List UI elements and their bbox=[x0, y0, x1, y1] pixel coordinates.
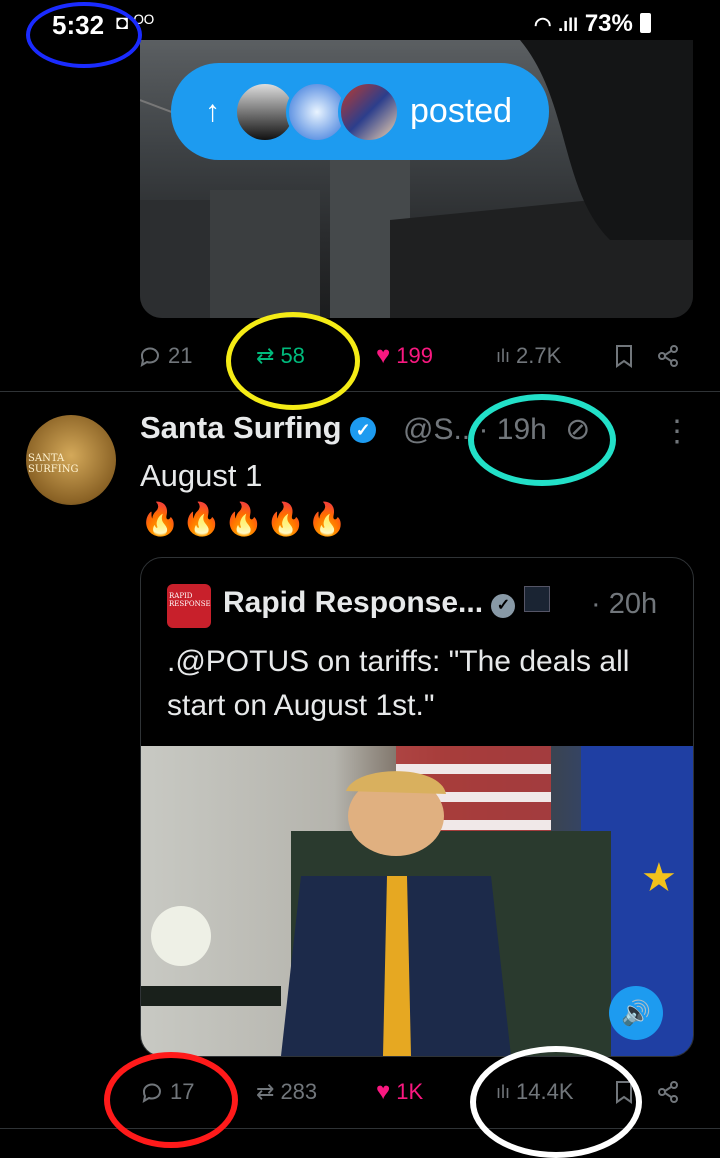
repost-button[interactable]: ⇄ 283 bbox=[256, 1079, 317, 1105]
repost-icon: ⇄ bbox=[256, 1079, 275, 1104]
avatar-logo-text: RAPID RESPONSE bbox=[169, 592, 211, 608]
avatar-logo-text: SANTA SURFING bbox=[28, 453, 79, 475]
red-annotation-circle bbox=[104, 1052, 238, 1148]
quoted-timestamp: · 20h bbox=[591, 588, 658, 620]
signal-icon: .ıll bbox=[558, 15, 579, 35]
share-button[interactable] bbox=[656, 344, 680, 368]
views-icon: ılı bbox=[496, 345, 511, 366]
yellow-annotation-circle bbox=[226, 312, 360, 410]
wifi-icon: ◠ bbox=[534, 14, 552, 36]
reply-button[interactable]: 21 bbox=[138, 343, 192, 369]
bookmark-icon bbox=[616, 345, 632, 368]
verified-badge-icon: ✓ bbox=[491, 594, 516, 618]
reply-icon bbox=[140, 347, 159, 368]
quoted-tweet[interactable]: RAPID RESPONSE Rapid Response... ✓ · 20h… bbox=[140, 557, 694, 1057]
battery-icon bbox=[639, 13, 651, 33]
avatar[interactable]: SANTA SURFING bbox=[26, 415, 116, 505]
heart-icon: ♥ bbox=[376, 1078, 391, 1105]
arrow-up-icon: ↑ bbox=[205, 94, 220, 128]
action-bar: 21 ⇄ 58 ♥ 199 ılı 2.7K bbox=[0, 338, 720, 374]
bookmark-button[interactable] bbox=[614, 344, 634, 368]
like-button[interactable]: ♥ 1K bbox=[376, 1078, 423, 1106]
svg-text:★: ★ bbox=[641, 856, 677, 900]
new-posts-pill[interactable]: ↑ posted bbox=[171, 63, 549, 160]
battery-level: ◠ .ıll 73% bbox=[534, 10, 651, 38]
white-annotation-circle bbox=[470, 1046, 642, 1158]
author-name[interactable]: Santa Surfing ✓ bbox=[140, 410, 377, 446]
volume-icon[interactable]: 🔊 bbox=[609, 986, 663, 1040]
teal-annotation-circle bbox=[468, 394, 616, 486]
blue-annotation-circle bbox=[26, 2, 142, 68]
views-button[interactable]: ılı 2.7K bbox=[496, 343, 561, 369]
quoted-text: .@POTUS on tariffs: "The deals all start… bbox=[167, 645, 630, 722]
affiliate-badge-icon bbox=[523, 586, 550, 612]
avatar: RAPID RESPONSE bbox=[167, 584, 211, 628]
divider bbox=[0, 391, 720, 392]
tweet-text: August 1 bbox=[140, 458, 263, 493]
share-button[interactable] bbox=[656, 1080, 680, 1104]
avatar bbox=[338, 80, 400, 143]
quoted-video[interactable]: ★ 🔊 bbox=[141, 746, 693, 1056]
fire-emojis: 🔥🔥🔥🔥🔥 bbox=[140, 501, 350, 537]
verified-badge-icon: ✓ bbox=[350, 417, 377, 443]
posted-label: posted bbox=[410, 92, 513, 130]
quoted-author-name: Rapid Response... ✓ bbox=[223, 586, 550, 620]
share-icon bbox=[658, 345, 678, 367]
share-icon bbox=[658, 1081, 678, 1103]
like-button[interactable]: ♥ 199 bbox=[376, 342, 433, 370]
more-options-icon[interactable]: ⋮ bbox=[662, 414, 692, 449]
heart-icon: ♥ bbox=[376, 342, 391, 369]
